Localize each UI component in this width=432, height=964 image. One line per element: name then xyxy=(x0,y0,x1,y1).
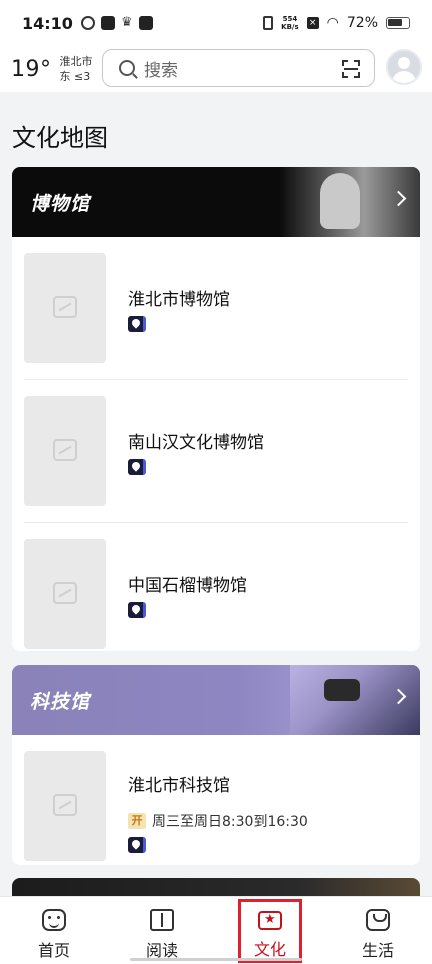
location-badge-icon xyxy=(128,837,146,853)
status-time: 14:10 xyxy=(22,13,73,33)
weather-widget[interactable]: 19° 淮北市 东 ≤3 xyxy=(0,54,100,84)
search-placeholder: 搜索 xyxy=(144,60,178,81)
app-notification-icon xyxy=(80,16,95,30)
image-placeholder-icon xyxy=(53,296,77,318)
venue-thumbnail xyxy=(24,539,106,649)
status-app-icons: ♛ xyxy=(80,15,153,30)
image-placeholder-icon xyxy=(53,794,77,816)
venue-name: 中国石榴博物馆 xyxy=(128,576,247,596)
weather-location: 淮北市 东 ≤3 xyxy=(60,54,93,84)
open-icon: 开 xyxy=(128,813,146,829)
search-icon xyxy=(119,60,135,76)
vibrate-icon xyxy=(263,16,274,30)
venue-thumbnail xyxy=(24,396,106,506)
weather-wind: 东 ≤3 xyxy=(59,70,91,83)
nav-culture[interactable]: 文化 xyxy=(238,899,302,963)
venue-name: 南山汉文化博物馆 xyxy=(128,433,264,453)
scan-icon[interactable] xyxy=(342,60,360,78)
section-banner-museum[interactable]: 博物馆 xyxy=(12,167,420,237)
status-bar: 14:10 ♛ 554 KB/s × ◠ 72% xyxy=(0,0,432,46)
app-header: 19° 淮北市 东 ≤3 搜索 xyxy=(0,46,432,92)
venue-thumbnail xyxy=(24,751,106,861)
life-bag-icon xyxy=(366,909,390,931)
home-indicator xyxy=(130,958,302,961)
section-card-science: 科技馆 淮北市科技馆 开 周三至周日8:30到16:30 xyxy=(12,665,420,865)
opening-hours: 开 周三至周日8:30到16:30 xyxy=(128,811,308,831)
tiktok-icon xyxy=(138,16,153,30)
list-item[interactable]: 南山汉文化博物馆 xyxy=(24,380,408,523)
book-icon xyxy=(150,909,174,931)
nav-life[interactable]: 生活 xyxy=(324,897,432,964)
venue-thumbnail xyxy=(24,253,106,363)
network-speed-unit: KB/s xyxy=(281,23,299,31)
section-card-museum: 博物馆 淮北市博物馆 南山汉文化博物馆 中国石榴博物馆 xyxy=(12,167,420,651)
location-badge-icon xyxy=(128,316,146,332)
nav-home[interactable]: 首页 xyxy=(0,897,108,964)
image-placeholder-icon xyxy=(53,582,77,604)
page-title: 文化地图 xyxy=(12,124,108,152)
home-icon xyxy=(42,909,66,931)
app-notification-icon xyxy=(100,16,115,30)
battery-icon xyxy=(386,17,410,29)
nav-read[interactable]: 阅读 xyxy=(108,897,216,964)
section-title: 博物馆 xyxy=(30,192,91,215)
no-sim-icon: × xyxy=(306,17,319,29)
opening-hours-text: 周三至周日8:30到16:30 xyxy=(152,814,308,830)
location-badge-icon xyxy=(128,459,146,475)
nav-label: 文化 xyxy=(253,940,286,959)
temperature: 19° xyxy=(11,56,52,82)
status-right: 554 KB/s × ◠ 72% xyxy=(263,15,410,31)
search-input[interactable]: 搜索 xyxy=(102,49,375,87)
image-placeholder-icon xyxy=(53,439,77,461)
list-item[interactable]: 中国石榴博物馆 xyxy=(24,523,408,651)
culture-star-icon xyxy=(258,911,282,930)
wifi-icon: ◠ xyxy=(326,15,339,31)
nav-label: 首页 xyxy=(37,941,70,960)
location-badge-icon xyxy=(128,602,146,618)
crown-icon: ♛ xyxy=(120,15,133,30)
nav-label: 生活 xyxy=(361,941,394,960)
list-item[interactable]: 淮北市博物馆 xyxy=(24,237,408,380)
venue-name: 淮北市博物馆 xyxy=(128,290,230,310)
battery-percent: 72% xyxy=(346,15,378,31)
network-speed: 554 KB/s xyxy=(281,15,298,31)
network-speed-value: 554 xyxy=(282,15,298,23)
list-item[interactable]: 淮北市科技馆 开 周三至周日8:30到16:30 xyxy=(24,735,408,865)
section-title: 科技馆 xyxy=(30,690,91,713)
section-banner-science[interactable]: 科技馆 xyxy=(12,665,420,735)
bottom-nav: 首页 阅读 文化 生活 xyxy=(0,896,432,964)
avatar[interactable] xyxy=(386,49,422,85)
venue-name: 淮北市科技馆 xyxy=(128,776,230,796)
weather-city: 淮北市 xyxy=(59,55,93,68)
